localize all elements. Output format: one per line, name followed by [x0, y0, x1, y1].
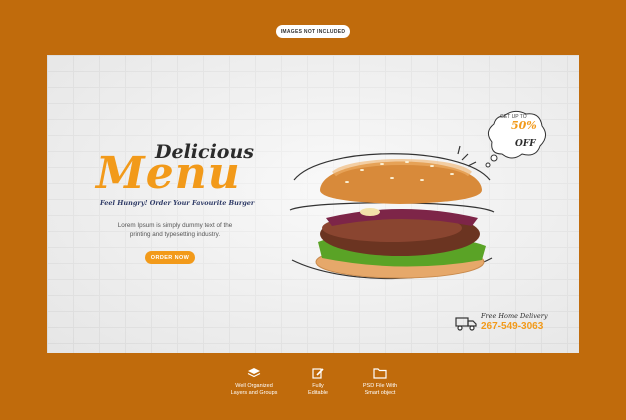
folder-icon [373, 368, 387, 379]
description-line-1: Lorem Ipsum is simply dummy text of the [117, 222, 233, 229]
delivery-label: Free Home Delivery [481, 312, 548, 320]
offer-percent: 50% [511, 119, 537, 132]
onion-slice [360, 208, 380, 216]
feature-editable-line2: Editable [308, 390, 328, 396]
feature-psd-line1: PSD File With [362, 383, 398, 389]
description-line-2: printing and typesetting industry. [129, 231, 221, 238]
order-now-label: ORDER NOW [150, 254, 190, 261]
feature-psd: PSD File With Smart object [345, 367, 415, 397]
offer-off: OFF [515, 139, 536, 149]
burger-illustration [289, 145, 495, 280]
badge-text: IMAGES NOT INCLUDED [280, 28, 346, 35]
feature-layers: Well Organized Layers and Groups [219, 367, 289, 397]
order-now-button[interactable]: ORDER NOW [145, 251, 195, 264]
feature-layers-line1: Well Organized [235, 383, 273, 389]
delivery-phone: 267-549-3063 [481, 321, 544, 332]
feature-psd-line2: Smart object [364, 390, 396, 396]
headline-large: Menu [96, 148, 241, 199]
edit-icon [312, 368, 324, 379]
feature-editable-line1: Fully [312, 383, 324, 389]
tagline: Feel Hungry! Order Your Favourite Burger [100, 199, 255, 207]
images-not-included-badge: IMAGES NOT INCLUDED [276, 25, 350, 38]
delivery-truck-icon [455, 317, 477, 331]
description: Lorem Ipsum is simply dummy text of the … [100, 221, 250, 239]
feature-editable: Fully Editable [283, 367, 353, 397]
feature-layers-line2: Layers and Groups [230, 390, 278, 396]
layers-icon [247, 368, 261, 378]
